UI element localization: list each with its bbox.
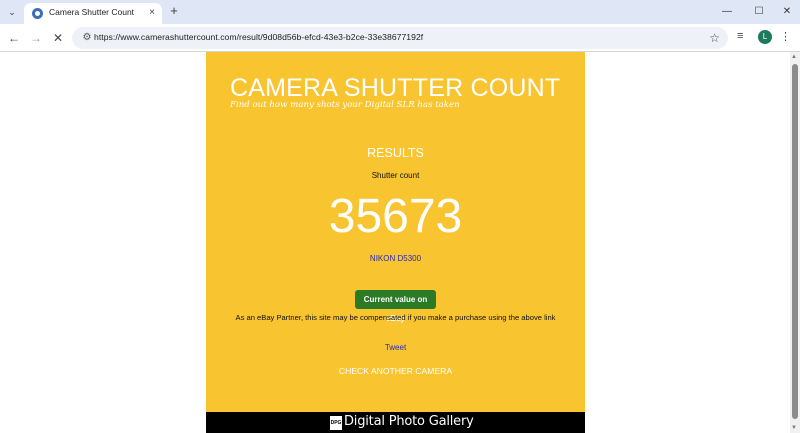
tab-title: Camera Shutter Count xyxy=(49,7,135,17)
maximize-icon[interactable]: ☐ xyxy=(744,2,774,22)
browser-toolbar: ← → ✕ ⚙ https://www.camerashuttercount.c… xyxy=(0,24,800,52)
tweet-link[interactable]: Tweet xyxy=(206,343,585,352)
site-favicon-icon xyxy=(32,8,43,19)
dpg-logo-icon: DPG xyxy=(330,416,342,430)
scroll-down-icon[interactable]: ▼ xyxy=(791,425,797,431)
shutter-count-label: Shutter count xyxy=(371,171,420,180)
tab-search-icon[interactable]: ⌄ xyxy=(4,4,20,20)
footer-brand-text: Digital Photo Gallery xyxy=(344,414,474,429)
site-tagline: Find out how many shots your Digital SLR… xyxy=(230,100,460,110)
check-another-camera-link[interactable]: CHECK ANOTHER CAMERA xyxy=(206,366,585,376)
tab-close-icon[interactable]: × xyxy=(149,6,155,20)
site-settings-icon[interactable]: ⚙ xyxy=(80,31,94,45)
back-arrow-icon[interactable]: ← xyxy=(6,30,22,46)
site-title[interactable]: CAMERA SHUTTER COUNT xyxy=(230,74,560,103)
ebay-value-button[interactable]: Current value on eBay xyxy=(355,290,436,323)
footer-banner[interactable]: DPG Digital Photo Gallery xyxy=(206,412,585,433)
window-close-icon[interactable]: ✕ xyxy=(772,2,800,22)
shutter-count-value: 35673 xyxy=(328,190,463,243)
address-bar[interactable]: ⚙ https://www.camerashuttercount.com/res… xyxy=(72,27,728,49)
url-text[interactable]: https://www.camerashuttercount.com/resul… xyxy=(94,32,423,42)
stop-loading-icon[interactable]: ✕ xyxy=(50,30,66,46)
minimize-icon[interactable]: — xyxy=(712,2,742,22)
profile-avatar[interactable]: L xyxy=(758,30,772,44)
new-tab-button[interactable]: + xyxy=(166,3,182,19)
affiliate-disclaimer: As an eBay Partner, this site may be com… xyxy=(235,313,556,322)
bookmark-star-icon[interactable]: ☆ xyxy=(709,30,720,46)
results-heading: RESULTS xyxy=(367,146,424,160)
tab-camera-shutter-count[interactable]: Camera Shutter Count × xyxy=(24,3,162,24)
browser-menu-icon[interactable]: ⋮ xyxy=(780,29,791,45)
result-panel: CAMERA SHUTTER COUNT Find out how many s… xyxy=(206,52,585,433)
scroll-up-icon[interactable]: ▲ xyxy=(791,54,797,60)
page-scrollbar[interactable]: ▲ ▼ xyxy=(790,52,800,433)
forward-arrow-icon[interactable]: → xyxy=(28,30,44,46)
scrollbar-thumb[interactable] xyxy=(792,64,798,419)
tab-strip: ⌄ Camera Shutter Count × + — ☐ ✕ xyxy=(0,0,800,24)
page-viewport: CAMERA SHUTTER COUNT Find out how many s… xyxy=(0,52,790,433)
camera-model-link[interactable]: NIKON D5300 xyxy=(206,254,585,263)
media-controls-icon[interactable]: ≡ xyxy=(737,30,743,42)
